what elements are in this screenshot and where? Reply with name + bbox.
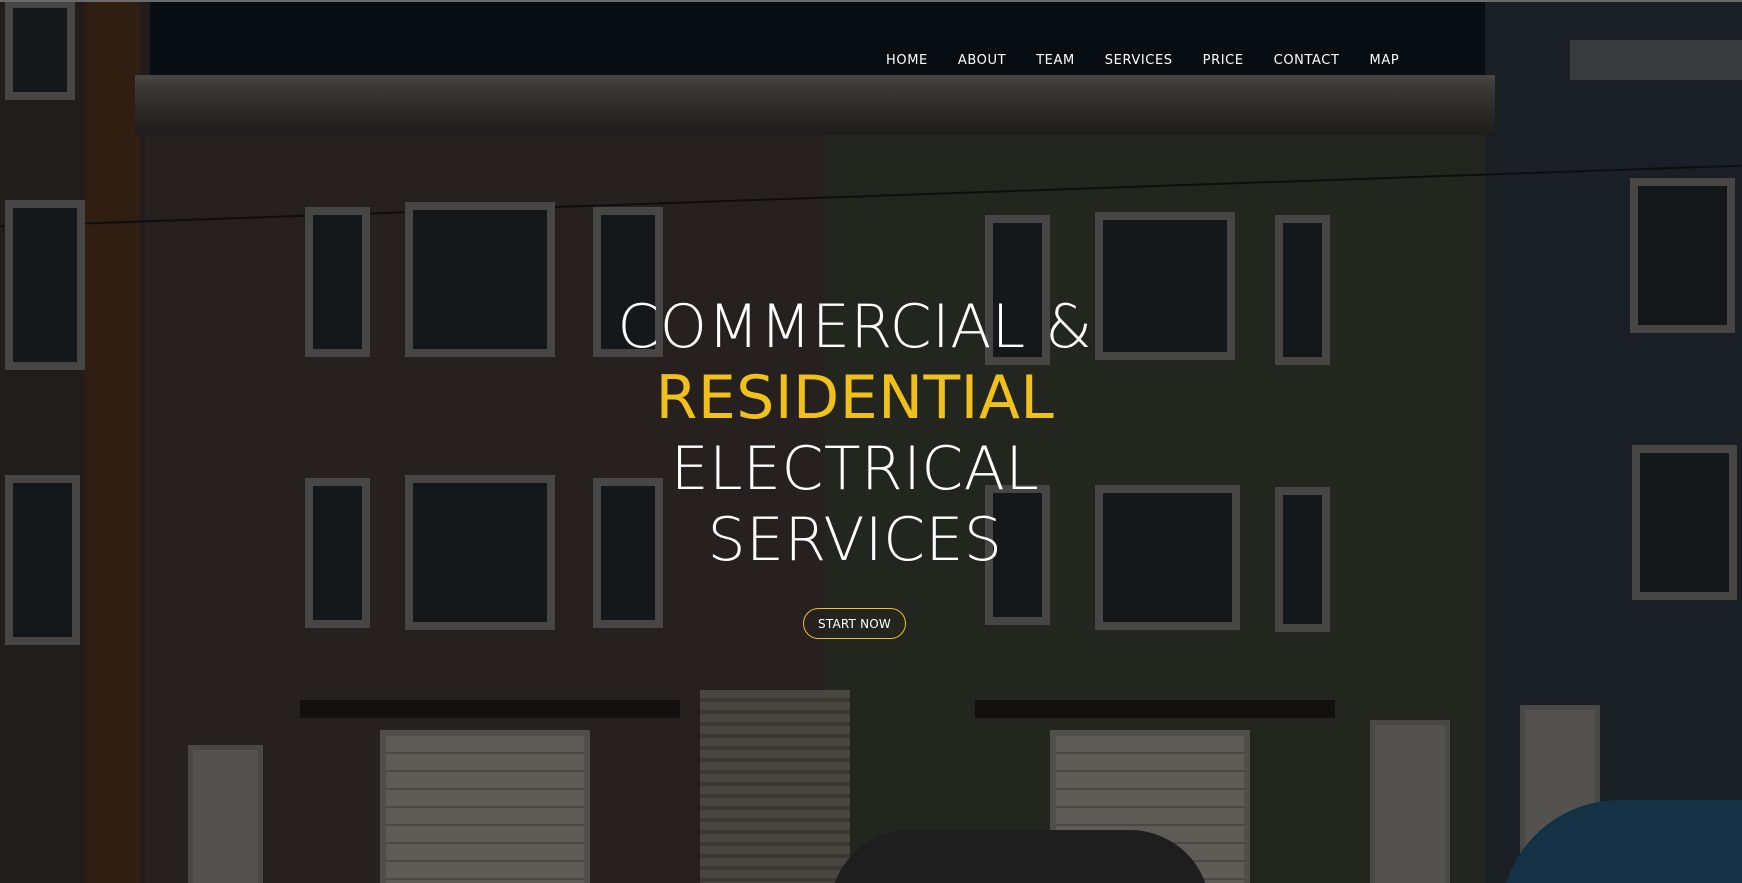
hero-section: HOME ABOUT TEAM SERVICES PRICE CONTACT M… (0, 0, 1742, 883)
start-now-button[interactable]: START NOW (803, 608, 906, 639)
headline-line-services: SERVICES (707, 505, 1003, 575)
headline-line-residential: RESIDENTIAL (655, 363, 1055, 433)
main-navigation: HOME ABOUT TEAM SERVICES PRICE CONTACT M… (886, 52, 1399, 70)
nav-link-services[interactable]: SERVICES (1105, 52, 1173, 70)
nav-link-price[interactable]: PRICE (1203, 52, 1244, 70)
nav-link-team[interactable]: TEAM (1036, 52, 1075, 70)
headline-line-electrical: ELECTRICAL (670, 434, 1040, 504)
hero-headline: COMMERCIAL & RESIDENTIAL ELECTRICAL SERV… (0, 292, 1710, 576)
nav-link-contact[interactable]: CONTACT (1274, 52, 1340, 70)
top-divider (0, 0, 1742, 2)
nav-link-home[interactable]: HOME (886, 52, 928, 70)
headline-line-commercial: COMMERCIAL & (617, 292, 1093, 362)
nav-link-map[interactable]: MAP (1370, 52, 1400, 70)
nav-link-about[interactable]: ABOUT (958, 52, 1006, 70)
